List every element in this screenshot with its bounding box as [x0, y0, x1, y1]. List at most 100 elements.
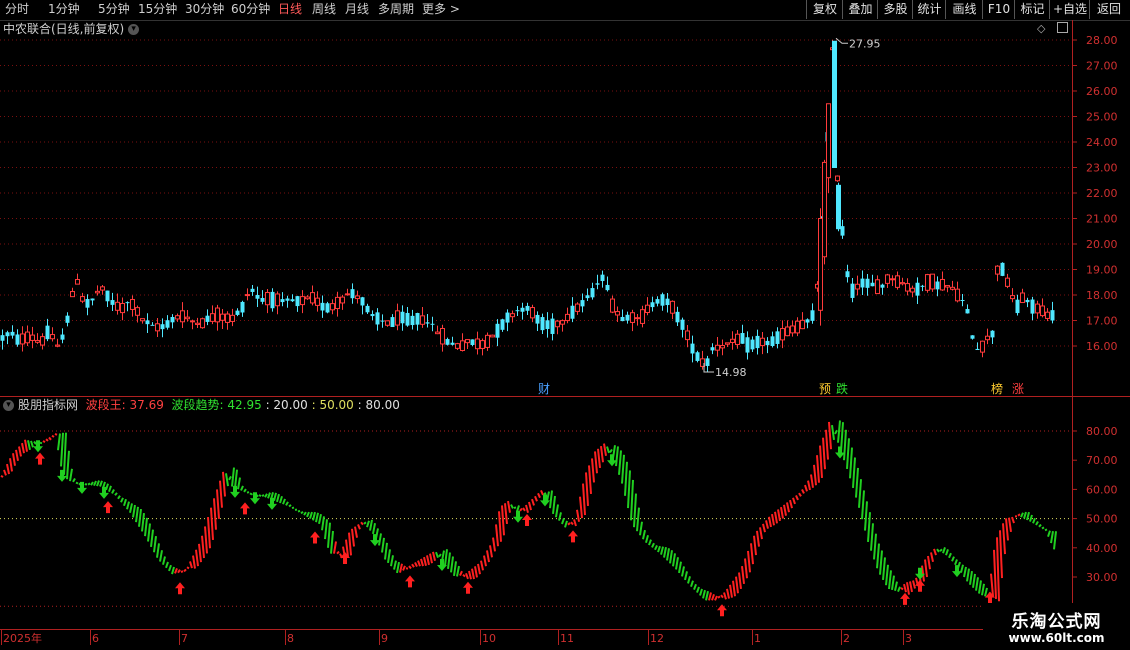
candle-body-down [425, 322, 430, 324]
osc-bar [324, 519, 328, 540]
osc-bar [225, 473, 229, 487]
candle-body-up [460, 340, 465, 352]
osc-bar [909, 581, 913, 593]
price-axis-label: 24.00 [1086, 136, 1118, 149]
osc-bar [513, 506, 517, 510]
indicator-level-80: : 80.00 [357, 398, 400, 412]
chevron-down-icon[interactable]: ▾ [3, 400, 14, 411]
osc-bar [690, 580, 694, 588]
candle-body-up [245, 294, 250, 297]
candle-body-down [550, 318, 555, 334]
candle-body-down [10, 331, 15, 336]
buy-arrow-icon [103, 501, 113, 514]
osc-bar [630, 479, 634, 521]
osc-bar [45, 438, 49, 442]
candle-body-up [826, 103, 831, 179]
event-marker: 榜 [991, 381, 1003, 396]
chart-canvas[interactable]: 27.95 14.98 财 预跌 榜涨 28.00 27.00 26.00 25.00 24.0… [0, 0, 1130, 650]
candle-body-up [140, 318, 145, 322]
candle-body-up [890, 278, 895, 281]
candle-body-down [165, 320, 170, 328]
osc-bar [180, 570, 184, 573]
osc-bar [762, 523, 766, 533]
candle-body-down [840, 226, 845, 236]
osc-bar [417, 560, 421, 567]
osc-bar [648, 539, 652, 546]
price-axis-label: 23.00 [1086, 162, 1118, 175]
candle-body-down [660, 294, 665, 306]
osc-bar [594, 451, 598, 474]
osc-bar [138, 508, 142, 527]
osc-bar [561, 517, 565, 525]
osc-axis-label: 30.00 [1086, 571, 1118, 584]
osc-bar [393, 560, 397, 570]
candle-body-down [110, 300, 115, 305]
osc-bar [1020, 512, 1024, 518]
candle-body-down [745, 337, 750, 353]
candle-body-up [135, 307, 140, 316]
osc-bar [585, 472, 589, 506]
osc-bar [861, 490, 865, 520]
candle-body-down [205, 315, 210, 322]
osc-bar [327, 522, 331, 548]
candle-body-up [340, 296, 345, 304]
osc-bar [291, 506, 295, 510]
osc-bar [42, 440, 46, 443]
osc-bar [168, 564, 172, 572]
candle-body-up [185, 316, 190, 320]
buy-arrow-icon [405, 575, 415, 588]
candle-body-up [475, 338, 480, 350]
osc-bar [1038, 523, 1042, 528]
osc-bar [57, 433, 61, 451]
candle-body-up [70, 291, 75, 298]
osc-bar [297, 509, 301, 513]
osc-bar [423, 556, 427, 567]
osc-bar [309, 511, 313, 519]
watermark: 乐淘公式网 www.60lt.com [983, 603, 1130, 650]
osc-bar [249, 492, 253, 496]
candle-body-down [750, 339, 755, 350]
candle-body-down [975, 348, 980, 351]
osc-bar [708, 592, 712, 601]
osc-bar [879, 550, 883, 575]
candle-body-down [5, 332, 10, 337]
osc-bar [90, 481, 94, 486]
osc-bar [462, 573, 466, 578]
osc-bar [777, 509, 781, 522]
candle-body-up [905, 283, 910, 292]
osc-bar [444, 549, 448, 566]
candle-body-down [45, 325, 50, 340]
osc-bar [798, 492, 802, 497]
indicator-line1-label: 波段王: 37.69 [85, 398, 164, 412]
candle-body-up [210, 313, 215, 322]
candle-body-down [865, 278, 870, 288]
osc-bar [834, 429, 838, 435]
candle-body-up [945, 285, 950, 288]
candle-body-down [320, 302, 325, 311]
osc-bar [804, 484, 808, 492]
osc-bar [132, 504, 136, 518]
candle-body-up [950, 286, 955, 290]
candle-body-down [495, 323, 500, 338]
osc-bar [885, 564, 889, 586]
osc-bar [321, 516, 325, 531]
osc-bar [1050, 531, 1054, 544]
osc-bar [420, 558, 424, 567]
candle-body-down [1030, 299, 1035, 314]
candle-body-down [965, 308, 970, 314]
osc-bar [711, 594, 715, 601]
candle-body-down [365, 305, 370, 313]
osc-bar [507, 500, 511, 513]
candle-body-up [555, 320, 560, 328]
osc-axis-label: 70.00 [1086, 454, 1118, 467]
candle-body-down [525, 305, 530, 311]
osc-bar [588, 465, 592, 495]
osc-bar [459, 570, 463, 576]
osc-bar [627, 470, 631, 509]
osc-bar [24, 439, 28, 452]
osc-bar [747, 550, 751, 573]
candle-body-down [710, 347, 715, 351]
event-marker: 跌 [836, 381, 848, 396]
osc-bar [12, 453, 16, 466]
osc-bar [492, 537, 496, 552]
